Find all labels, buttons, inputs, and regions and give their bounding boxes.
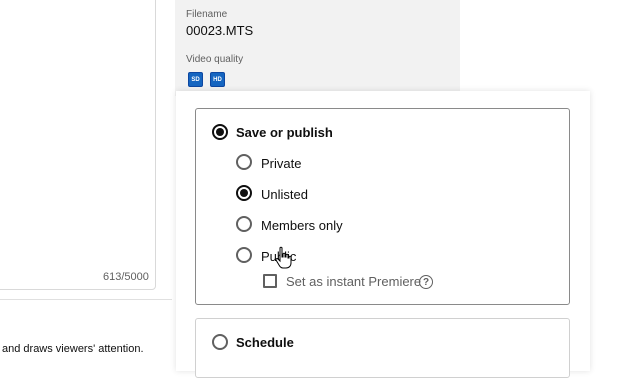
- schedule-radio[interactable]: [212, 334, 228, 350]
- filename-value: 00023.MTS: [186, 23, 254, 38]
- instant-premiere-checkbox[interactable]: [263, 274, 277, 288]
- unlisted-label: Unlisted: [261, 187, 308, 202]
- members-only-radio[interactable]: [236, 216, 252, 232]
- video-info-card: Filename 00023.MTS Video quality SD HD: [175, 0, 460, 96]
- video-quality-label: Video quality: [186, 54, 244, 65]
- private-label: Private: [261, 156, 302, 171]
- help-circle-icon[interactable]: ?: [419, 275, 433, 289]
- save-or-publish-radio[interactable]: [212, 124, 228, 140]
- thumbnail-hint-text: and draws viewers' attention.: [2, 343, 144, 355]
- unlisted-radio[interactable]: [236, 185, 252, 201]
- hd-quality-badge: HD: [210, 72, 225, 87]
- public-radio[interactable]: [236, 247, 252, 263]
- character-counter: 613/5000: [103, 271, 149, 283]
- hand-pointer-icon: [275, 246, 292, 269]
- schedule-label: Schedule: [236, 335, 294, 350]
- instant-premiere-label: Set as instant Premiere: [286, 274, 422, 289]
- divider: [0, 299, 172, 300]
- sd-quality-badge: SD: [188, 72, 203, 87]
- members-only-label: Members only: [261, 218, 343, 233]
- radio-selected-dot: [240, 189, 248, 197]
- description-textarea[interactable]: [0, 0, 156, 290]
- filename-label: Filename: [186, 9, 228, 20]
- radio-selected-dot: [216, 128, 224, 136]
- save-or-publish-label: Save or publish: [236, 125, 333, 140]
- private-radio[interactable]: [236, 154, 252, 170]
